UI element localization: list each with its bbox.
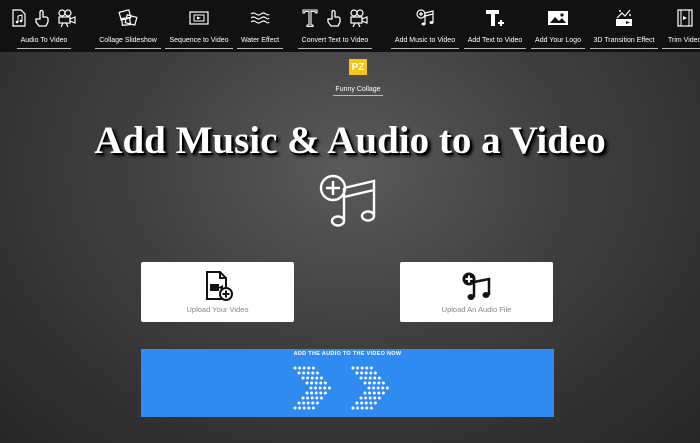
upload-video-button[interactable]: Upload Your Video [141,262,294,322]
collage-photos-icon [118,9,138,26]
nav-item-funny-collage[interactable]: PZ Funny Collage [333,57,383,97]
dotted-double-arrow-icon [293,366,389,410]
nav-label: Funny Collage [333,86,383,96]
nav-item-sequence-to-video[interactable]: Sequence to Video [165,0,233,52]
nav-item-audio-to-video[interactable]: Audio To Video [12,0,76,52]
upload-audio-label: Upload An Audio File [441,305,512,314]
transition-icon [616,9,632,26]
nav-item-collage-slideshow[interactable]: Collage Slideshow [95,0,161,52]
nav-item-trim-video[interactable]: Trim Video [662,0,700,52]
nav-item-add-your-logo[interactable]: Add Your Logo [530,0,586,52]
nav-label: Collage Slideshow [95,36,161,49]
nav-label: Water Effect [236,36,284,49]
add-audio-to-video-button[interactable]: ADD THE AUDIO TO THE VIDEO NOW [141,349,554,417]
text-add-icon [486,10,504,26]
text-t-icon [302,9,318,28]
upload-audio-button[interactable]: Upload An Audio File [400,262,553,322]
nav-item-add-music-to-video[interactable]: Add Music to Video [390,0,460,52]
funny-collage-logo: PZ [349,59,367,75]
music-add-icon [319,174,376,227]
logo-image-icon [548,11,568,25]
music-add-icon [416,9,434,26]
video-camera-icon [58,9,76,27]
video-file-add-icon [205,271,233,301]
nav-label: Audio To Video [16,36,72,49]
hand-pointer-icon [327,9,341,27]
nav-label: Add Your Logo [531,36,585,49]
hand-pointer-icon [35,9,49,27]
top-nav: Audio To Video Collage Slideshow Sequenc… [0,0,700,52]
nav-label: 3D Transition Effect [589,36,659,49]
submit-label: ADD THE AUDIO TO THE VIDEO NOW [293,351,402,357]
nav-label: Sequence to Video [165,36,233,49]
nav-label: Add Text to Video [463,36,527,49]
music-file-icon [12,9,26,27]
music-note-add-icon [462,272,490,300]
nav-label: Convert Text to Video [297,36,373,49]
video-camera-icon [350,9,368,27]
nav-item-water-effect[interactable]: Water Effect [236,0,284,52]
nav-label: Add Music to Video [390,36,460,49]
water-waves-icon [250,12,270,24]
nav-label: Trim Video [662,36,700,49]
nav-item-add-text-to-video[interactable]: Add Text to Video [463,0,527,52]
page-title: Add Music & Audio to a Video [94,119,606,162]
film-frame-icon [189,11,209,25]
nav-item-convert-text-to-video[interactable]: Convert Text to Video [294,0,376,52]
nav-item-3d-transition-effect[interactable]: 3D Transition Effect [589,0,659,52]
trim-video-icon [677,9,693,27]
upload-video-label: Upload Your Video [186,305,249,314]
